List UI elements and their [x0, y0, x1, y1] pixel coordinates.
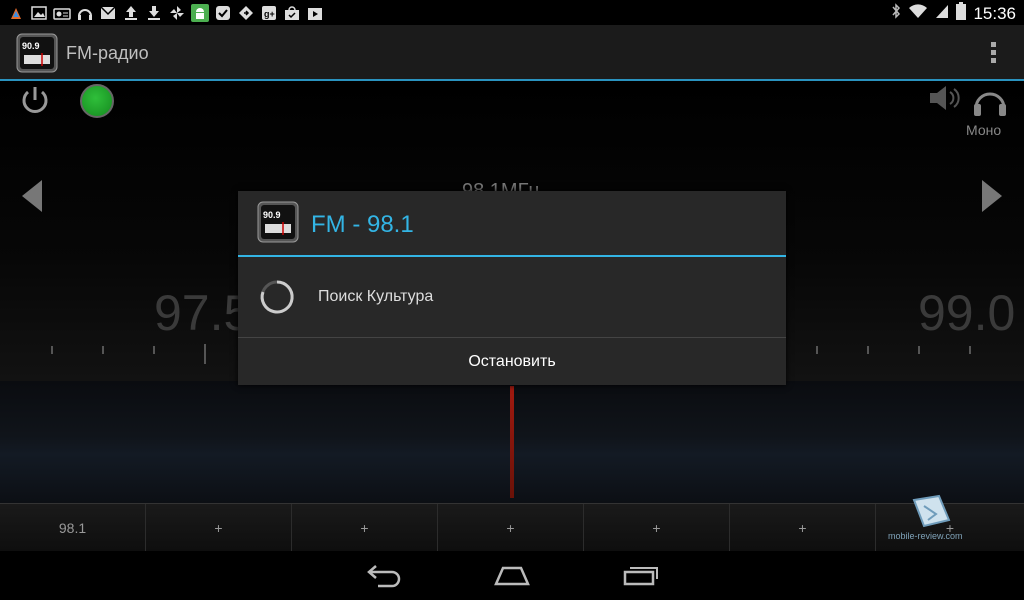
frequency-left: 97.5	[154, 285, 252, 341]
stop-button[interactable]: Остановить	[238, 338, 786, 385]
share-icon	[236, 3, 255, 22]
preset-3[interactable]: +	[292, 504, 438, 552]
dialog-title: FM - 98.1	[311, 211, 414, 238]
status-bar: g+ 15:36	[0, 0, 1024, 25]
preset-4[interactable]: +	[438, 504, 584, 552]
headphones-icon	[75, 3, 94, 22]
recent-apps-icon[interactable]	[622, 562, 658, 588]
frequency-right: 99.0	[918, 285, 1016, 341]
preset-2[interactable]: +	[146, 504, 292, 552]
bluetooth-icon	[891, 3, 901, 24]
upload-icon	[121, 3, 140, 22]
status-indicator[interactable]	[80, 84, 114, 118]
speaker-icon[interactable]	[928, 84, 962, 112]
headphones-icon[interactable]	[972, 84, 1008, 118]
tuner-needle[interactable]	[510, 386, 514, 498]
svg-text:g+: g+	[264, 9, 275, 19]
signal-icon	[935, 3, 949, 24]
radio-icon	[52, 3, 71, 22]
preset-5[interactable]: +	[584, 504, 730, 552]
android-icon	[190, 3, 209, 22]
app-title: FM-радио	[66, 43, 149, 63]
gmail-icon	[98, 3, 117, 22]
action-bar: 90.9 FM-радио	[0, 25, 1024, 81]
image-icon	[29, 3, 48, 22]
preset-bar: 98.1 + + + + + +	[0, 503, 1024, 552]
svg-text:90.9: 90.9	[263, 210, 281, 220]
download-icon	[144, 3, 163, 22]
back-icon[interactable]	[366, 562, 402, 588]
preset-1[interactable]: 98.1	[0, 504, 146, 552]
clock: 15:36	[973, 3, 1016, 23]
fm-radio-dialog-icon: 90.9	[257, 201, 299, 243]
app-icon	[6, 3, 25, 22]
mono-label[interactable]: Моно	[966, 122, 1001, 138]
check-icon	[213, 3, 232, 22]
bag-icon	[282, 3, 301, 22]
seek-left-icon[interactable]	[20, 178, 44, 214]
overflow-menu-icon[interactable]	[990, 41, 998, 65]
dialog-header: 90.9 FM - 98.1	[238, 191, 786, 257]
pinwheel-icon	[167, 3, 186, 22]
notification-icons: g+	[6, 3, 324, 22]
fm-radio-app-icon[interactable]: 90.9	[16, 33, 58, 73]
seek-right-icon[interactable]	[980, 178, 1004, 214]
wifi-icon	[908, 3, 928, 24]
power-icon[interactable]	[18, 84, 52, 118]
dialog-message: Поиск Культура	[318, 288, 434, 305]
google-plus-icon: g+	[259, 3, 278, 22]
dialog-body: Поиск Культура	[238, 257, 786, 338]
status-right: 15:36	[891, 2, 1016, 25]
svg-text:90.9: 90.9	[22, 41, 40, 51]
play-store-icon	[305, 3, 324, 22]
watermark-text: mobile-review.com	[888, 531, 963, 541]
search-dialog: 90.9 FM - 98.1 Поиск Культура Остановить	[238, 191, 786, 385]
battery-icon	[956, 2, 967, 25]
home-icon[interactable]	[494, 562, 530, 588]
progress-spinner-icon	[260, 280, 294, 314]
preset-6[interactable]: +	[730, 504, 876, 552]
